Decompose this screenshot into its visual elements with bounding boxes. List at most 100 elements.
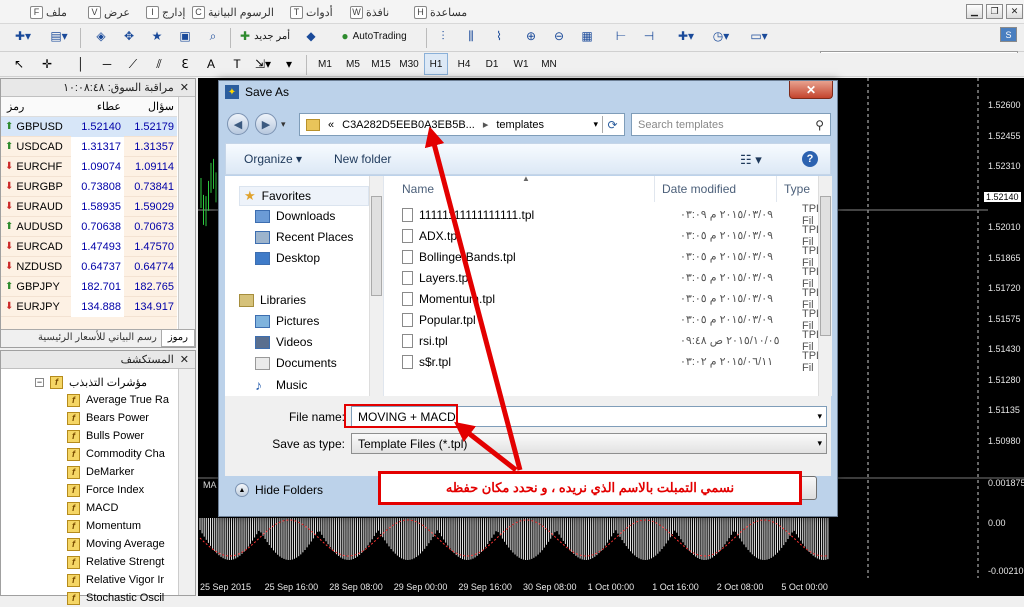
nav-music[interactable]: ♪ Music (255, 377, 307, 393)
file-row[interactable]: BollingerBands.tpl ٢٠١٥/٠٣/٠٩ م ٠٣:٠٥ TPL … (402, 245, 822, 269)
autoscroll-icon[interactable]: ⊢ (610, 25, 632, 47)
menu-insert[interactable]: I إدارج (146, 4, 185, 20)
label-icon[interactable]: T (226, 53, 248, 75)
timeframe-m1[interactable]: M1 (312, 53, 338, 75)
templates-icon[interactable]: ▭▾ (744, 25, 774, 47)
nav-videos[interactable]: Videos (255, 335, 312, 349)
market-watch-scrollbar[interactable] (178, 97, 195, 329)
forward-button[interactable]: ▶ (255, 113, 277, 135)
line-chart-icon[interactable]: ⌇ (488, 25, 510, 47)
table-row[interactable]: ⬆ GBPJPY 182.701 182.765 (1, 276, 177, 297)
navigator-item[interactable]: f Force Index (67, 481, 144, 499)
profiles-icon[interactable]: ▤▾ (44, 25, 74, 47)
trendline-icon[interactable]: ⟋ (122, 53, 144, 75)
table-row[interactable]: ⬆ GBPUSD 1.52140 1.52179 (1, 117, 177, 137)
restore-button[interactable]: ❐ (986, 4, 1003, 19)
nav-libraries[interactable]: Libraries (239, 293, 306, 307)
menu-charts[interactable]: C الرسوم البيانية (192, 4, 274, 20)
close-window-button[interactable]: ✕ (1006, 4, 1023, 19)
nav-folder[interactable]: − f مؤشرات التذبذب (35, 373, 147, 391)
navigator-item[interactable]: f Momentum (67, 517, 141, 535)
nav-recent-places[interactable]: Recent Places (255, 230, 353, 244)
nav-pictures[interactable]: Pictures (255, 314, 319, 328)
file-row[interactable]: ADX.tpl ٢٠١٥/٠٣/٠٩ م ٠٣:٠٥ TPL Fil (402, 224, 822, 248)
timeframe-m15[interactable]: M15 (368, 53, 394, 75)
close-icon[interactable]: ✕ (180, 353, 189, 366)
bar-chart-icon[interactable]: ⫶ (432, 25, 454, 47)
menu-window[interactable]: W نافذة (350, 4, 389, 20)
tab-chart[interactable]: رسم البياني للأسعار الرئيسية (34, 330, 161, 347)
path-segment-folder[interactable]: C3A282D5EEB0A3EB5B... (342, 119, 475, 131)
menu-file[interactable]: F ملف (30, 4, 67, 20)
file-row[interactable]: Momentum.tpl ٢٠١٥/٠٣/٠٩ م ٠٣:٠٥ TPL Fil (402, 287, 822, 311)
menu-view[interactable]: V عرض (88, 4, 130, 20)
navigator-scrollbar[interactable] (178, 369, 195, 595)
tile-windows-icon[interactable]: ▦ (576, 25, 598, 47)
candle-chart-icon[interactable]: ⫼ (460, 25, 482, 47)
fibonacci-icon[interactable]: ℇ (174, 53, 196, 75)
table-row[interactable]: ⬇ EURGBP 0.73808 0.73841 (1, 176, 177, 197)
view-options-icon[interactable]: ☷ ▾ (740, 152, 762, 168)
col-type[interactable]: Type (784, 182, 810, 196)
table-row[interactable]: ⬇ EURCAD 1.47493 1.47570 (1, 236, 177, 257)
refresh-icon[interactable]: ⟳ (602, 116, 622, 133)
navigator-item[interactable]: f Relative Strengt (67, 553, 164, 571)
periods-icon[interactable]: ◷▾ (706, 25, 736, 47)
navigator-item[interactable]: f Stochastic Oscil (67, 589, 164, 607)
terminal-icon[interactable]: ▣ (174, 25, 196, 47)
tester-icon[interactable]: ⌕ (202, 25, 224, 47)
autotrading-button[interactable]: ● AutoTrading (328, 25, 420, 47)
close-icon[interactable]: ✕ (180, 81, 189, 94)
timeframe-w1[interactable]: W1 (508, 53, 534, 75)
table-row[interactable]: ⬇ EURJPY 134.888 134.917 (1, 296, 177, 317)
table-row[interactable]: ⬆ AUDUSD 0.70638 0.70673 (1, 216, 177, 237)
nav-scrollbar[interactable] (369, 176, 383, 396)
navigator-item[interactable]: f DeMarker (67, 463, 134, 481)
navigator-item[interactable]: f Bulls Power (67, 427, 144, 445)
nav-documents[interactable]: Documents (255, 356, 337, 370)
timeframe-h1[interactable]: H1 (424, 53, 448, 75)
file-row[interactable]: 11111111111111111.tpl ٢٠١٥/٠٣/٠٩ م ٠٣:٠٩ T… (402, 203, 822, 227)
timeframe-d1[interactable]: D1 (480, 53, 504, 75)
file-row[interactable]: Layers.tpl ٢٠١٥/٠٣/٠٩ م ٠٣:٠٥ TPL Fil (402, 266, 822, 290)
metaeditor-icon[interactable]: ◆ (300, 25, 322, 47)
new-chart-icon[interactable]: ✚▾ (8, 25, 38, 47)
timeframe-mn[interactable]: MN (536, 53, 562, 75)
navigator-item[interactable]: f MACD (67, 499, 118, 517)
cursor-icon[interactable]: ↖ (8, 53, 30, 75)
crosshair-icon[interactable]: ✛ (36, 53, 58, 75)
minimize-button[interactable]: ▁ (966, 4, 983, 19)
nav-downloads[interactable]: Downloads (255, 209, 335, 223)
signals-icon[interactable]: S (1000, 27, 1017, 42)
save-type-select[interactable]: Template Files (*.tpl) ▾ (351, 433, 827, 454)
data-window-icon[interactable]: ✥ (118, 25, 140, 47)
table-row[interactable]: ⬇ EURAUD 1.58935 1.59029 (1, 196, 177, 217)
nav-desktop[interactable]: Desktop (255, 251, 320, 265)
navigator-item[interactable]: f Commodity Cha (67, 445, 165, 463)
organize-button[interactable]: Organize ▾ (244, 152, 302, 166)
file-row[interactable]: Popular.tpl ٢٠١٥/٠٣/٠٩ م ٠٣:٠٥ TPL Fil (402, 308, 822, 332)
col-date-modified[interactable]: Date modified (662, 182, 736, 196)
chevron-down-icon[interactable]: ▾ (817, 411, 822, 422)
horizontal-line-icon[interactable]: ─ (96, 53, 118, 75)
timeframe-m30[interactable]: M30 (396, 53, 422, 75)
tab-symbols[interactable]: رموز (160, 330, 195, 347)
file-row[interactable]: rsi.tpl ٢٠١٥/١٠/٠٥ ص ٠٩:٤٨ TPL Fil (402, 329, 822, 353)
zoom-out-icon[interactable]: ⊖ (548, 25, 570, 47)
address-bar[interactable]: « C3A282D5EEB0A3EB5B... ▸ templates ▾ ⟳ (299, 113, 625, 136)
navigator-icon[interactable]: ★ (146, 25, 168, 47)
nav-favorites[interactable]: ★ Favorites (239, 186, 369, 206)
file-list-scrollbar[interactable] (818, 176, 832, 396)
indicators-icon[interactable]: ✚▾ (672, 25, 700, 47)
hide-folders-button[interactable]: ▲ Hide Folders (235, 483, 323, 497)
menu-tools[interactable]: T أدوات (290, 4, 333, 20)
table-row[interactable]: ⬆ USDCAD 1.31317 1.31357 (1, 136, 177, 157)
market-watch-icon[interactable]: ◈ (90, 25, 112, 47)
col-name[interactable]: Name (402, 182, 434, 196)
zoom-in-icon[interactable]: ⊕ (520, 25, 542, 47)
dialog-close-button[interactable]: ✕ (789, 81, 833, 99)
more-tools-icon[interactable]: ▾ (278, 53, 300, 75)
help-icon[interactable]: ? (802, 151, 818, 167)
vertical-line-icon[interactable]: │ (70, 53, 92, 75)
dialog-search-input[interactable]: Search templates ⚲ (631, 113, 831, 136)
